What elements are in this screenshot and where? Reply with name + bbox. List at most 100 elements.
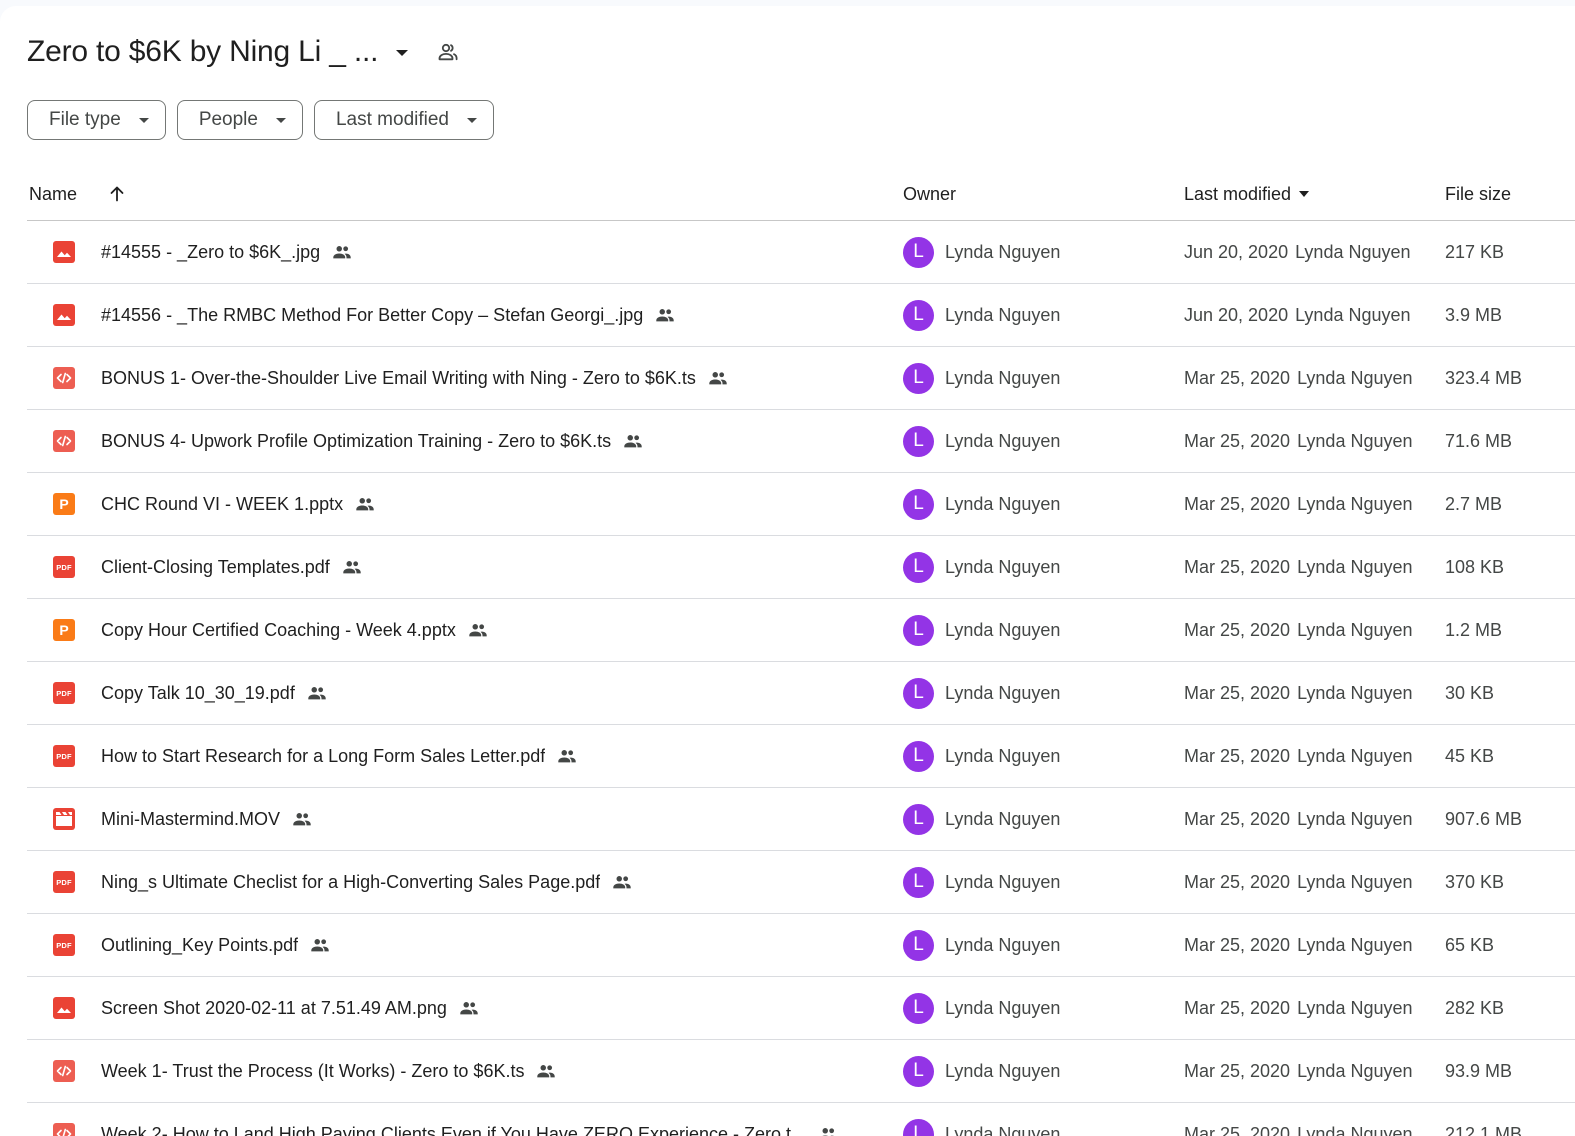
file-type-cell	[53, 1103, 75, 1136]
file-size: 2.7 MB	[1445, 493, 1503, 514]
modified-by: Lynda Nguyen	[1297, 619, 1413, 640]
file-name-cell[interactable]: Week 2- How to Land High Paying Clients …	[101, 1103, 839, 1136]
column-last-modified[interactable]: Last modified	[1184, 172, 1310, 216]
last-modified-cell: Jun 20, 2020 Lynda Nguyen	[1184, 221, 1411, 283]
avatar[interactable]: L	[903, 929, 934, 961]
owner-cell: L Lynda Nguyen	[903, 347, 1060, 409]
image-file-icon	[53, 997, 75, 1019]
owner-cell: L Lynda Nguyen	[903, 788, 1060, 850]
file-row[interactable]: PDF Client-Closing Templates.pdf L Lynda Ng…	[27, 536, 1575, 599]
file-name-cell[interactable]: #14556 - _The RMBC Method For Better Cop…	[101, 284, 676, 346]
shared-icon	[291, 808, 313, 830]
file-name-cell[interactable]: Week 1- Trust the Process (It Works) - Z…	[101, 1040, 557, 1102]
shared-icon	[611, 871, 633, 893]
file-name-cell[interactable]: BONUS 1- Over-the-Shoulder Live Email Wr…	[101, 347, 729, 409]
modified-by: Lynda Nguyen	[1297, 556, 1413, 577]
owner-name: Lynda Nguyen	[945, 430, 1061, 451]
last-modified-cell: Mar 25, 2020 Lynda Nguyen	[1184, 725, 1413, 787]
avatar[interactable]: L	[903, 803, 934, 835]
file-row[interactable]: PDF Copy Talk 10_30_19.pdf L Lynda Nguyen Ma…	[27, 662, 1575, 725]
avatar[interactable]: L	[903, 362, 934, 394]
last-modified-cell: Mar 25, 2020 Lynda Nguyen	[1184, 662, 1413, 724]
avatar[interactable]: L	[903, 488, 934, 520]
file-row[interactable]: Screen Shot 2020-02-11 at 7.51.49 AM.png…	[27, 977, 1575, 1040]
file-name-cell[interactable]: Outlining_Key Points.pdf	[101, 914, 331, 976]
column-last-modified-label: Last modified	[1184, 183, 1292, 204]
filter-last-modified[interactable]: Last modified	[313, 100, 494, 140]
shared-folder-icon[interactable]	[436, 40, 460, 64]
file-row[interactable]: BONUS 1- Over-the-Shoulder Live Email Wr…	[27, 347, 1575, 410]
file-type-cell	[53, 284, 75, 346]
file-row[interactable]: Week 2- How to Land High Paying Clients …	[27, 1103, 1575, 1136]
avatar[interactable]: L	[903, 425, 934, 457]
column-owner[interactable]: Owner	[903, 172, 956, 216]
last-modified-cell: Mar 25, 2020 Lynda Nguyen	[1184, 536, 1413, 598]
file-name-cell[interactable]: CHC Round VI - WEEK 1.pptx	[101, 473, 376, 535]
pptx-file-icon: P	[53, 619, 75, 641]
file-name-cell[interactable]: Copy Talk 10_30_19.pdf	[101, 662, 328, 724]
arrow-drop-down-icon[interactable]	[396, 50, 409, 56]
owner-name: Lynda Nguyen	[945, 1060, 1061, 1081]
file-name-cell[interactable]: Mini-Mastermind.MOV	[101, 788, 313, 850]
modified-by: Lynda Nguyen	[1297, 1060, 1413, 1081]
column-file-size[interactable]: File size	[1445, 172, 1511, 216]
avatar[interactable]: L	[903, 866, 934, 898]
file-size: 30 KB	[1445, 682, 1495, 703]
shared-icon	[341, 556, 363, 578]
modified-date: Jun 20, 2020	[1184, 304, 1289, 325]
shared-icon	[535, 1060, 557, 1082]
file-name-cell[interactable]: Client-Closing Templates.pdf	[101, 536, 363, 598]
owner-name: Lynda Nguyen	[945, 1123, 1061, 1136]
file-name-cell[interactable]: Ning_s Ultimate Checlist for a High-Conv…	[101, 851, 633, 913]
file-type-cell: P	[53, 473, 75, 535]
file-row[interactable]: Week 1- Trust the Process (It Works) - Z…	[27, 1040, 1575, 1103]
file-name-cell[interactable]: How to Start Research for a Long Form Sa…	[101, 725, 578, 787]
avatar[interactable]: L	[903, 551, 934, 583]
avatar[interactable]: L	[903, 614, 934, 646]
modified-by: Lynda Nguyen	[1297, 997, 1413, 1018]
folder-title[interactable]: Zero to $6K by Ning Li _ ...	[27, 35, 378, 69]
shared-icon	[556, 745, 578, 767]
file-row[interactable]: BONUS 4- Upwork Profile Optimization Tra…	[27, 410, 1575, 473]
avatar[interactable]: L	[903, 992, 934, 1024]
file-row[interactable]: PDF Ning_s Ultimate Checlist for a High-C…	[27, 851, 1575, 914]
file-row[interactable]: P Copy Hour Certified Coaching - Week 4.p…	[27, 599, 1575, 662]
modified-date: Mar 25, 2020	[1184, 619, 1291, 640]
avatar[interactable]: L	[903, 1055, 934, 1087]
shared-icon	[654, 304, 676, 326]
file-row[interactable]: #14555 - _Zero to $6K_.jpg L Lynda Nguyen J…	[27, 221, 1575, 284]
arrow-upward-icon[interactable]	[107, 172, 127, 216]
file-name-cell[interactable]: BONUS 4- Upwork Profile Optimization Tra…	[101, 410, 644, 472]
avatar[interactable]: L	[903, 299, 934, 331]
avatar[interactable]: L	[903, 740, 934, 772]
modified-by: Lynda Nguyen	[1297, 808, 1413, 829]
file-name-cell[interactable]: Copy Hour Certified Coaching - Week 4.pp…	[101, 599, 489, 661]
column-name[interactable]: Name	[29, 172, 77, 216]
owner-name: Lynda Nguyen	[945, 556, 1061, 577]
filter-file-type[interactable]: File type	[27, 100, 166, 140]
owner-cell: L Lynda Nguyen	[903, 914, 1060, 976]
file-row[interactable]: PDF Outlining_Key Points.pdf L Lynda Nguyen…	[27, 914, 1575, 977]
file-type-cell: PDF	[53, 914, 75, 976]
file-row[interactable]: #14556 - _The RMBC Method For Better Cop…	[27, 284, 1575, 347]
avatar[interactable]: L	[903, 236, 934, 268]
file-row[interactable]: PDF How to Start Research for a Long Form…	[27, 725, 1575, 788]
file-row[interactable]: Mini-Mastermind.MOV L Lynda Nguyen Mar 25, …	[27, 788, 1575, 851]
file-name: Week 2- How to Land High Paying Clients …	[101, 1123, 807, 1136]
filter-people[interactable]: People	[176, 100, 303, 140]
owner-cell: L Lynda Nguyen	[903, 473, 1060, 535]
file-size: 65 KB	[1445, 934, 1495, 955]
file-type-cell	[53, 410, 75, 472]
avatar[interactable]: L	[903, 677, 934, 709]
modified-date: Mar 25, 2020	[1184, 934, 1291, 955]
owner-cell: L Lynda Nguyen	[903, 410, 1060, 472]
owner-cell: L Lynda Nguyen	[903, 851, 1060, 913]
file-name: Screen Shot 2020-02-11 at 7.51.49 AM.png	[101, 997, 447, 1018]
file-name-cell[interactable]: #14555 - _Zero to $6K_.jpg	[101, 221, 353, 283]
file-list: #14555 - _Zero to $6K_.jpg L Lynda Nguyen J…	[27, 221, 1575, 1136]
file-name-cell[interactable]: Screen Shot 2020-02-11 at 7.51.49 AM.png	[101, 977, 480, 1039]
avatar[interactable]: L	[903, 1118, 934, 1136]
code-file-icon	[53, 1123, 75, 1136]
file-row[interactable]: P CHC Round VI - WEEK 1.pptx L Lynda Nguyen…	[27, 473, 1575, 536]
file-type-cell: PDF	[53, 662, 75, 724]
